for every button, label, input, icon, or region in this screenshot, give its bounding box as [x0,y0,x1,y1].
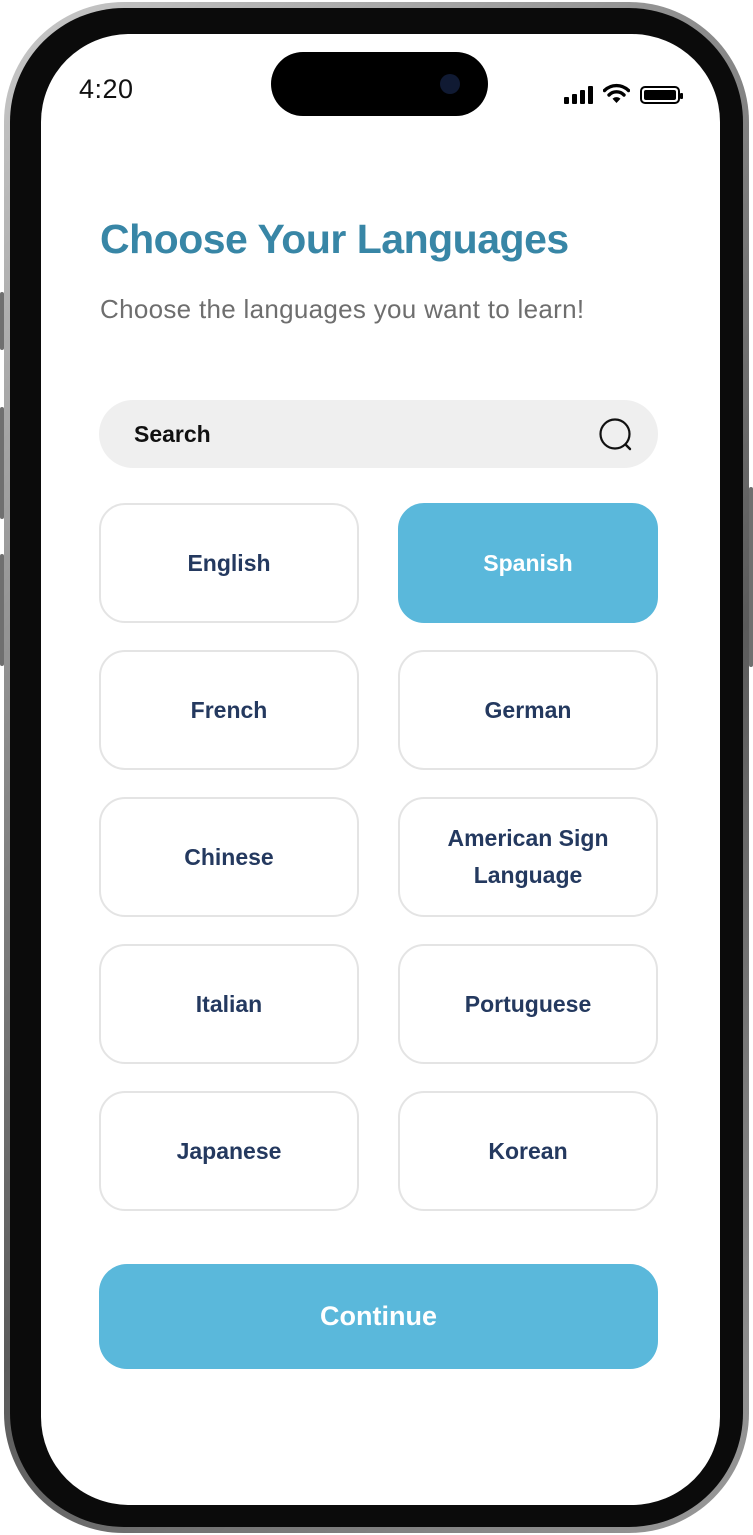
language-option[interactable]: Spanish [398,503,658,623]
status-time: 4:20 [79,74,134,104]
language-option[interactable]: Korean [398,1091,658,1211]
volume-down-button [0,554,4,666]
language-option[interactable]: German [398,650,658,770]
language-grid: English Spanish French German Chinese Am… [99,503,658,1211]
search-icon[interactable] [598,417,634,453]
power-button [749,487,753,667]
search-bar[interactable] [99,400,658,468]
action-button [0,292,4,350]
language-option[interactable]: Italian [99,944,359,1064]
language-option[interactable]: Chinese [99,797,359,917]
language-option[interactable]: English [99,503,359,623]
language-option[interactable]: American Sign Language [398,797,658,917]
wifi-icon [603,83,630,103]
phone-frame: 4:20 Choose Your Languages Choose the la… [0,2,753,1533]
camera-icon [440,74,460,94]
cellular-signal-icon [564,84,593,104]
page-subtitle: Choose the languages you want to learn! [100,294,585,324]
language-option[interactable]: Portuguese [398,944,658,1064]
page-title: Choose Your Languages [100,216,569,262]
battery-icon [640,86,683,104]
continue-button[interactable]: Continue [99,1264,658,1369]
status-icons [564,82,683,104]
volume-up-button [0,407,4,519]
screen: 4:20 Choose Your Languages Choose the la… [41,34,720,1505]
language-option[interactable]: French [99,650,359,770]
search-input[interactable] [134,400,564,468]
language-option[interactable]: Japanese [99,1091,359,1211]
dynamic-island [271,52,488,116]
